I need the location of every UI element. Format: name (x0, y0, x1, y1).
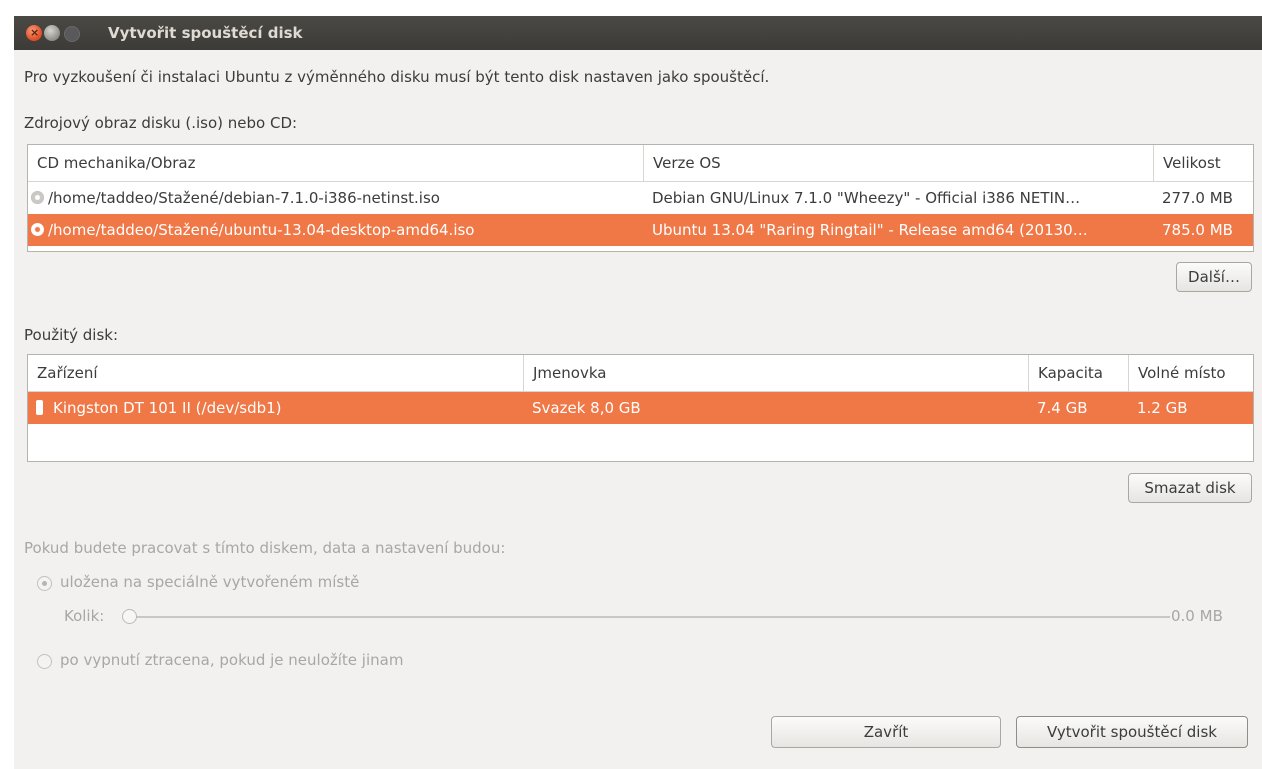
table-row-selected[interactable]: Kingston DT 101 II (/dev/sdb1) Svazek 8,… (28, 392, 1253, 424)
os-version-cell: Ubuntu 13.04 "Raring Ringtail" - Release… (652, 221, 1088, 239)
source-table-header: CD mechanika/Obraz Verze OS Velikost (28, 145, 1253, 182)
target-label: Použitý disk: (24, 326, 119, 344)
column-header-os-version[interactable]: Verze OS (644, 145, 1154, 181)
window-title: Vytvořit spouštěcí disk (108, 24, 303, 42)
source-path-cell: /home/taddeo/Stažené/debian-7.1.0-i386-n… (28, 182, 644, 214)
radio-discard-on-shutdown[interactable] (37, 654, 52, 669)
slider-value: 0.0 MB (1171, 607, 1223, 625)
persistence-slider-handle[interactable] (122, 609, 137, 624)
persistence-slider-track[interactable] (124, 616, 1170, 618)
size-cell: 277.0 MB (1162, 189, 1233, 207)
option-store-label: uložena na speciálně vytvořeném místě (60, 573, 360, 591)
disc-icon (31, 191, 44, 204)
other-image-button[interactable]: Další… (1176, 262, 1252, 292)
column-header-device[interactable]: Zařízení (28, 355, 524, 391)
radio-store-persistent[interactable] (37, 576, 52, 591)
source-path-cell: /home/taddeo/Stažené/ubuntu-13.04-deskto… (28, 214, 644, 246)
erase-disk-button[interactable]: Smazat disk (1128, 473, 1252, 503)
column-header-label[interactable]: Jmenovka (524, 355, 1029, 391)
close-button[interactable]: Zavřít (771, 716, 1001, 748)
device-cell: Kingston DT 101 II (/dev/sdb1) (28, 392, 524, 424)
how-much-label: Kolik: (64, 607, 105, 625)
column-header-cd-image[interactable]: CD mechanika/Obraz (28, 145, 644, 181)
os-version-cell: Debian GNU/Linux 7.1.0 "Wheezy" - Offici… (652, 189, 1081, 207)
make-startup-disk-button[interactable]: Vytvořit spouštěcí disk (1016, 716, 1248, 748)
volume-label-cell: Svazek 8,0 GB (532, 399, 641, 417)
close-window-button[interactable]: × (26, 25, 42, 41)
maximize-window-button[interactable] (64, 26, 80, 42)
device-name: Kingston DT 101 II (/dev/sdb1) (53, 399, 282, 417)
target-table-header: Zařízení Jmenovka Kapacita Volné místo (28, 355, 1253, 392)
close-icon: × (30, 26, 40, 39)
option-discard-label: po vypnutí ztracena, pokud je neuložíte … (60, 651, 404, 669)
usb-drive-icon (36, 400, 43, 415)
column-header-free-space[interactable]: Volné místo (1129, 355, 1253, 391)
minimize-window-button[interactable] (44, 25, 60, 41)
source-table: CD mechanika/Obraz Verze OS Velikost /ho… (27, 144, 1254, 252)
size-cell: 785.0 MB (1162, 221, 1233, 239)
radio-selected-dot (42, 581, 47, 586)
target-disk-table: Zařízení Jmenovka Kapacita Volné místo K… (27, 354, 1254, 462)
intro-text: Pro vyzkoušení či instalaci Ubuntu z vým… (24, 68, 770, 86)
title-bar[interactable]: × Vytvořit spouštěcí disk (14, 16, 1262, 50)
free-space-cell: 1.2 GB (1137, 399, 1188, 417)
table-row[interactable]: /home/taddeo/Stažené/debian-7.1.0-i386-n… (28, 182, 1253, 214)
column-header-capacity[interactable]: Kapacita (1029, 355, 1129, 391)
make-startup-disk-window: × Vytvořit spouštěcí disk Pro vyzkoušení… (14, 16, 1262, 769)
persistence-label: Pokud budete pracovat s tímto diskem, da… (24, 539, 506, 557)
column-header-size[interactable]: Velikost (1154, 145, 1253, 181)
source-path: /home/taddeo/Stažené/ubuntu-13.04-deskto… (48, 221, 475, 239)
capacity-cell: 7.4 GB (1037, 399, 1088, 417)
disc-icon (31, 223, 44, 236)
source-label: Zdrojový obraz disku (.iso) nebo CD: (24, 114, 298, 132)
source-path: /home/taddeo/Stažené/debian-7.1.0-i386-n… (48, 189, 440, 207)
table-row-selected[interactable]: /home/taddeo/Stažené/ubuntu-13.04-deskto… (28, 214, 1253, 246)
